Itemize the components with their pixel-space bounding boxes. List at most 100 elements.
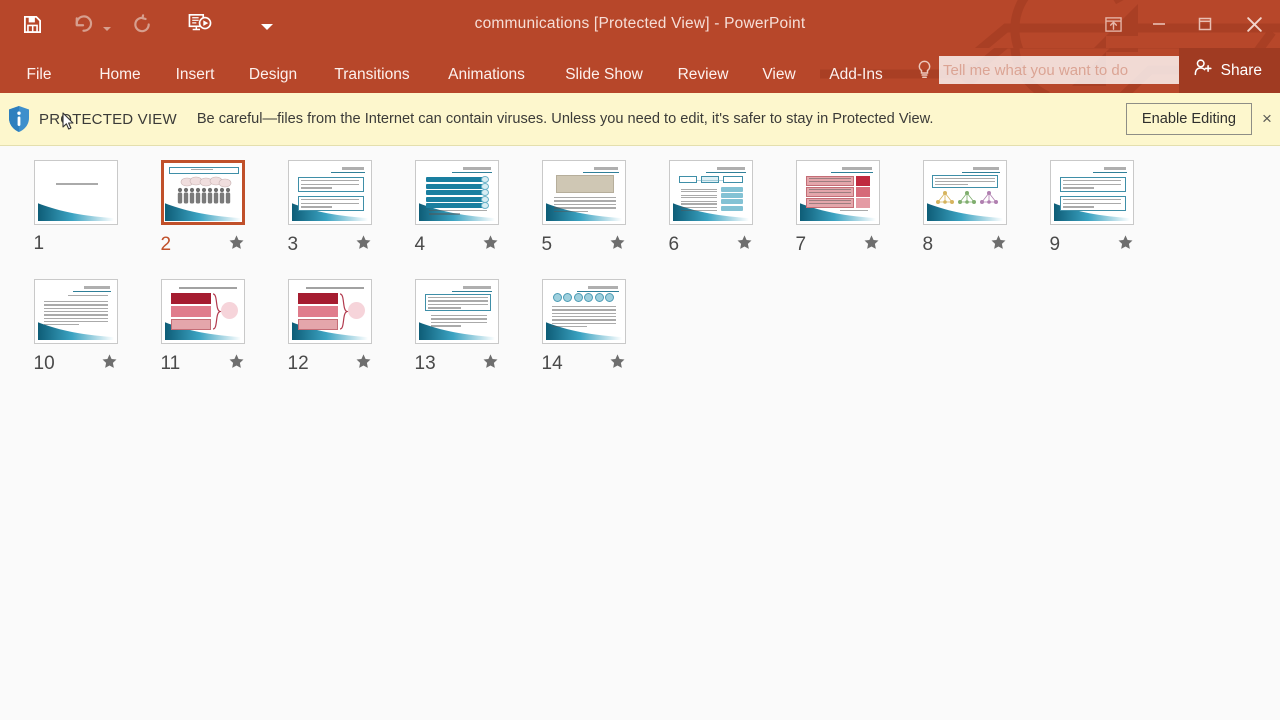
slide-thumbnail-11[interactable]: 11 <box>139 279 266 374</box>
animation-star-icon[interactable] <box>863 234 880 255</box>
slide-shape <box>425 203 484 209</box>
animation-star-icon[interactable] <box>482 234 499 255</box>
animation-star-icon[interactable] <box>609 353 626 374</box>
slide-preview-14[interactable] <box>541 279 626 344</box>
slide-shape <box>678 176 697 183</box>
animation-star-icon[interactable] <box>482 353 499 374</box>
slide-thumbnail-9[interactable]: 9 <box>1028 160 1155 255</box>
animation-star-icon[interactable] <box>355 234 372 255</box>
slide-thumbnail-3[interactable]: 3 <box>266 160 393 255</box>
slide-body-text <box>430 318 487 320</box>
slide-thumbnail-12[interactable]: 12 <box>266 279 393 374</box>
animation-star-icon[interactable] <box>355 353 372 374</box>
slide-body-text <box>551 315 616 318</box>
slide-body-text <box>300 187 333 189</box>
slide-shape <box>855 176 870 186</box>
dismiss-banner-icon[interactable]: × <box>1258 109 1276 129</box>
info-shield-icon <box>4 105 34 133</box>
slide-title-text <box>587 286 618 289</box>
brace-graphic <box>339 293 349 330</box>
slide-preview-5[interactable] <box>541 160 626 225</box>
ribbon-tab-view[interactable]: View <box>758 59 800 91</box>
slide-body-text <box>680 203 717 205</box>
animation-star-icon[interactable] <box>1117 234 1134 255</box>
ribbon-display-options-icon[interactable] <box>1090 4 1136 44</box>
slide-number: 1 <box>33 233 45 254</box>
slide-thumbnail-14[interactable]: 14 <box>520 279 647 374</box>
slide-shape <box>425 183 484 189</box>
slide-title-rule <box>451 291 492 292</box>
slide-number: 13 <box>414 353 436 374</box>
close-icon[interactable] <box>1228 4 1280 44</box>
lightbulb-icon <box>916 60 933 80</box>
ribbon-tab-file[interactable]: File <box>14 59 64 91</box>
tell-me-input[interactable] <box>939 56 1187 84</box>
ribbon-tab-insert[interactable]: Insert <box>168 59 222 91</box>
slide-body-text <box>934 183 968 186</box>
slide-preview-6[interactable] <box>668 160 753 225</box>
network-diagram <box>979 190 999 207</box>
ribbon-tab-design[interactable]: Design <box>242 59 304 91</box>
ribbon-tab-add-ins[interactable]: Add-Ins <box>822 59 890 91</box>
start-slideshow-icon[interactable] <box>182 7 218 41</box>
restore-icon[interactable] <box>1182 4 1228 44</box>
slide-preview-11[interactable] <box>160 279 245 344</box>
slide-thumbnail-8[interactable]: 8 <box>901 160 1028 255</box>
animation-star-icon[interactable] <box>101 353 118 374</box>
slide-body-text <box>680 194 717 197</box>
customize-qat-icon[interactable] <box>254 7 280 41</box>
redo-icon[interactable] <box>124 7 160 41</box>
slide-preview-7[interactable] <box>795 160 880 225</box>
slide-shape <box>297 319 338 330</box>
slide-title-text <box>593 167 618 170</box>
slide-preview-4[interactable] <box>414 160 499 225</box>
undo-dropdown-icon[interactable] <box>100 7 114 41</box>
slide-body-text <box>551 309 616 311</box>
slide-body-text <box>300 206 333 208</box>
ribbon-tab-slide-show[interactable]: Slide Show <box>556 59 652 91</box>
ribbon-tab-strip: File Home Insert Design Transitions Animation… <box>0 48 1280 93</box>
animation-star-icon[interactable] <box>736 234 753 255</box>
animation-star-icon[interactable] <box>990 234 1007 255</box>
ribbon-tabs: File Home Insert Design Transitions Animation… <box>0 66 900 83</box>
slide-shape <box>347 302 365 319</box>
slide-title-text <box>972 167 999 170</box>
slide-thumbnail-6[interactable]: 6 <box>647 160 774 255</box>
slide-preview-3[interactable] <box>287 160 372 225</box>
slide-shape <box>722 176 743 183</box>
slide-body-text <box>428 210 487 212</box>
minimize-icon[interactable] <box>1136 4 1182 44</box>
slide-number: 6 <box>668 234 680 255</box>
animation-star-icon[interactable] <box>609 234 626 255</box>
slide-preview-9[interactable] <box>1049 160 1134 225</box>
slide-preview-8[interactable] <box>922 160 1007 225</box>
slide-preview-12[interactable] <box>287 279 372 344</box>
slide-preview-10[interactable] <box>33 279 118 344</box>
animation-star-icon[interactable] <box>228 353 245 374</box>
slide-shape <box>425 196 484 202</box>
slide-preview-1[interactable] <box>33 160 118 225</box>
ribbon-tab-review[interactable]: Review <box>672 59 734 91</box>
slide-preview-13[interactable] <box>414 279 499 344</box>
slide-thumbnail-13[interactable]: 13 <box>393 279 520 374</box>
slide-thumbnail-4[interactable]: 4 <box>393 160 520 255</box>
slide-thumbnail-10[interactable]: 10 <box>12 279 139 374</box>
slide-thumbnail-2[interactable]: 2 <box>139 160 266 255</box>
slide-thumbnail-5[interactable]: 5 <box>520 160 647 255</box>
enable-editing-button[interactable]: Enable Editing <box>1125 103 1252 135</box>
slide-preview-2[interactable] <box>160 160 245 225</box>
share-button[interactable]: Share <box>1178 48 1280 93</box>
slide-thumbnail-1[interactable]: 1 <box>12 160 139 255</box>
ribbon-tab-animations[interactable]: Animations <box>438 59 535 91</box>
ribbon-tab-home[interactable]: Home <box>92 59 148 91</box>
animation-star-icon[interactable] <box>228 234 245 255</box>
save-icon[interactable] <box>14 7 50 41</box>
slide-body-text <box>43 310 108 313</box>
slide-shape <box>425 177 484 183</box>
undo-icon[interactable] <box>64 7 100 41</box>
slide-body-text <box>430 321 487 324</box>
slide-body-text <box>427 300 488 302</box>
ribbon-tab-transitions[interactable]: Transitions <box>326 59 418 91</box>
slide-body-text <box>934 177 995 179</box>
slide-thumbnail-7[interactable]: 7 <box>774 160 901 255</box>
